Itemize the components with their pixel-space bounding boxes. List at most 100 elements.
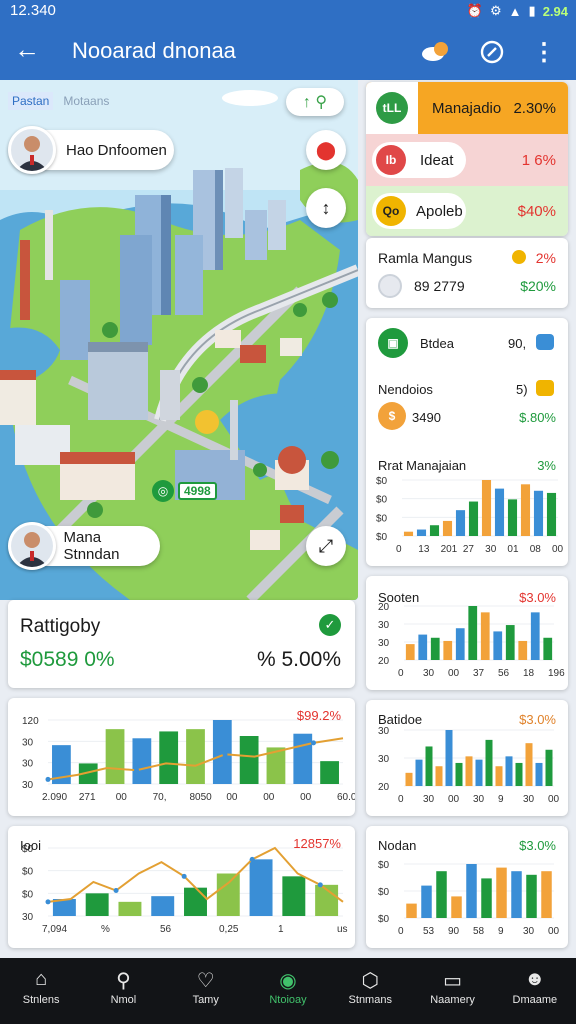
x-tick-label: 30 [423, 668, 435, 679]
bar [282, 876, 305, 916]
settings-icon: ⚙ [490, 3, 502, 19]
compass-icon[interactable] [476, 36, 508, 68]
list-card[interactable]: Ramla Mangus 2% 89 2779 $20% [366, 238, 568, 308]
avatar [8, 522, 56, 570]
stats-card[interactable]: ▣ Btdea 90, Nendoios 5) $ 3490 $.80% Rra… [366, 318, 568, 566]
nav-item-packages[interactable]: ⬡Stnmans [329, 958, 411, 1024]
arrow-left-icon[interactable]: ← [14, 34, 40, 65]
x-tick-label: 7,094 [42, 924, 67, 935]
person-name: Mana Stnndan [64, 529, 160, 563]
status-time: 12.340 [10, 2, 56, 19]
bar [466, 864, 477, 918]
x-tick-label: 1 [278, 924, 284, 935]
nodan-card[interactable]: Nodan $3.0% $0$0$0053905893000 [366, 826, 568, 948]
x-tick-label: 00 [116, 792, 128, 803]
y-tick-label: $0 [378, 914, 390, 925]
city-map[interactable]: Pastan Motaans ↑ ⚲ Hao Dnfoomen ⬤ ↕ ◎ 49… [0, 80, 358, 600]
battery-icon: ▮ [529, 3, 536, 19]
expand-icon: ⤢ [319, 536, 333, 557]
top-items-card: tLL Manajadio 2.30% Ib Ideat 1 6% Qo Apo… [366, 82, 568, 236]
summary-card[interactable]: Rattigoby ✓ $0589 0% % 5.00% [8, 600, 355, 688]
bar [496, 766, 503, 786]
chart-card-a-pct: $99.2% [297, 708, 341, 723]
search-icon: ⚲ [116, 968, 131, 994]
marker-label: 4998 [178, 482, 217, 500]
bar [240, 736, 259, 784]
map-marker[interactable]: ◎ 4998 [152, 480, 217, 502]
tab-pastan[interactable]: Pastan [8, 92, 53, 110]
nav-item-home[interactable]: ⌂Stnlens [0, 958, 82, 1024]
bar [482, 480, 491, 536]
list-card-sub: 89 2779 [414, 278, 465, 294]
bar [418, 635, 427, 660]
list-card-sub-pct: $20% [520, 278, 556, 294]
bar [456, 510, 465, 536]
x-tick-label: 90 [448, 926, 460, 937]
bar [481, 612, 490, 660]
sidebar-item-2[interactable]: Ib Ideat 1 6% [366, 134, 568, 186]
item-3-icon: Qo [376, 196, 406, 226]
bar [541, 871, 552, 918]
sooten-card[interactable]: Sooten $3.0% 2030302003000375618196 [366, 576, 568, 690]
bar [506, 625, 515, 660]
chart-card-b-pct: 12857% [293, 836, 341, 851]
y-tick-label: 30 [378, 638, 390, 649]
status-icons: ⏰ ⚙ ▲ ▮ 2.94 [467, 3, 568, 19]
batidoe-card[interactable]: Batidoe $3.0% 303020030003093000 [366, 700, 568, 816]
heart-icon: ♡ [197, 968, 215, 994]
bar [506, 756, 513, 786]
bar [536, 763, 543, 786]
y-tick-label: 30 [22, 737, 34, 748]
bottom-nav: ⌂Stnlens ⚲Nmol ♡Tamy ◉Ntoioay ⬡Stnmans ▭… [0, 958, 576, 1024]
bar [293, 734, 312, 784]
line-point [134, 768, 139, 773]
bar [406, 773, 413, 786]
x-tick-label: 9 [498, 926, 504, 937]
x-tick-label: 2.090 [42, 792, 67, 803]
nav-item-favorites[interactable]: ♡Tamy [165, 958, 247, 1024]
person-chip-bottom[interactable]: Mana Stnndan [10, 526, 160, 566]
bar [493, 631, 502, 660]
bar [534, 491, 543, 536]
x-tick-label: 201 [441, 544, 458, 555]
x-tick-label: us [337, 924, 348, 935]
bar [521, 484, 530, 536]
x-tick-label: 00 [263, 792, 275, 803]
bar [518, 641, 527, 660]
x-tick-label: 58 [473, 926, 485, 937]
expand-button[interactable]: ⤢ [306, 526, 346, 566]
layers-button[interactable]: ⬤ [306, 130, 346, 170]
tab-motaans[interactable]: Motaans [59, 92, 113, 110]
bar [213, 720, 232, 784]
y-tick-label: $0 [376, 495, 388, 506]
summary-title: Rattigoby [20, 616, 100, 638]
sidebar-item-3[interactable]: Qo Apoleb $40% [366, 186, 568, 236]
bar [250, 859, 273, 916]
x-tick-label: 30 [523, 794, 535, 805]
person-chip-top[interactable]: Hao Dnfoomen [10, 130, 174, 170]
nav-item-search[interactable]: ⚲Nmol [82, 958, 164, 1024]
map-search-chip[interactable]: ↑ ⚲ [286, 88, 344, 116]
more-vertical-icon[interactable]: ⋮ [528, 36, 560, 68]
chart-card-a[interactable]: $99.2% 1203030302.0902710070,80500000006… [8, 698, 355, 816]
route-button[interactable]: ↕ [306, 188, 346, 228]
x-tick-label: 56 [498, 668, 510, 679]
nav-item-profile[interactable]: ☻Dmaame [494, 958, 576, 1024]
item-3-value: $40% [518, 203, 556, 220]
arrow-up-icon: ↕ [322, 198, 331, 219]
x-tick-label: 0 [398, 794, 404, 805]
y-tick-label: $0 [378, 887, 390, 898]
list-card-title: Ramla Mangus [378, 250, 472, 266]
sooten-chart-plot: 2030302003000375618196 [366, 576, 568, 690]
x-tick-label: 70, [153, 792, 167, 803]
y-tick-label: 30 [22, 780, 34, 791]
sidebar-item-1[interactable]: tLL Manajadio 2.30% [366, 82, 568, 134]
y-tick-label: 30 [22, 759, 34, 770]
nav-item-reports[interactable]: ▭Naamery [411, 958, 493, 1024]
x-tick-label: % [101, 924, 110, 935]
nav-item-active[interactable]: ◉Ntoioay [247, 958, 329, 1024]
chart-card-b[interactable]: Iooi 12857% $0$0$0307,094%560,251us [8, 826, 355, 948]
x-tick-label: 37 [473, 668, 485, 679]
x-tick-label: 00 [226, 792, 238, 803]
location-pin-icon[interactable] [420, 36, 452, 68]
